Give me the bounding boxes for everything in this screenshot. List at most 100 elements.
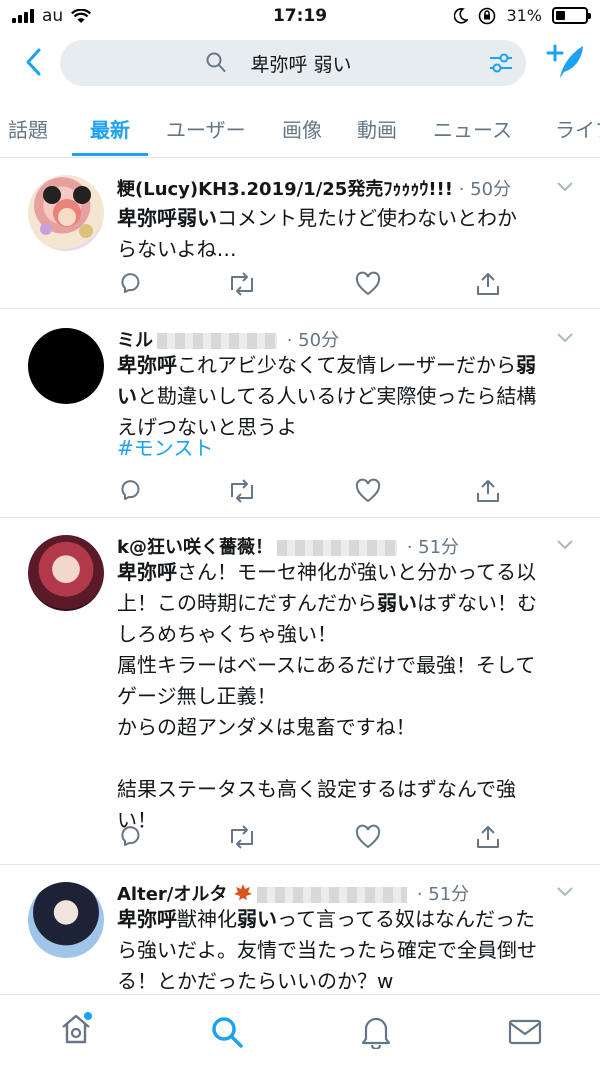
tweet-line: いと勘違いしてる人いるけど実際使ったら結構 xyxy=(117,381,579,412)
back-arrow-icon[interactable] xyxy=(20,44,48,80)
avatar[interactable] xyxy=(28,882,104,958)
tweet-text-segment: コメント見たけど使わないとわか xyxy=(217,206,517,230)
highlighted-keyword: 卑弥呼 xyxy=(117,560,177,584)
tweet-line: 属性キラーはベースにあるだけで最強！そして xyxy=(117,650,579,681)
reply-icon[interactable] xyxy=(117,824,143,850)
search-query: 卑弥呼 弱い xyxy=(250,54,352,76)
display-name[interactable]: Alter/オルタ xyxy=(117,884,227,905)
moon-icon xyxy=(454,7,469,24)
blurred-handle xyxy=(157,333,277,349)
tweet-text-segment: る！とかだったらいいのか？w xyxy=(117,969,394,993)
tweet-line xyxy=(117,743,579,774)
tweet-text-segment: からの超アンダメは鬼畜ですね！ xyxy=(117,715,416,739)
highlighted-keyword: 弱い xyxy=(237,907,277,931)
tweet-time: 51分 xyxy=(418,537,460,558)
retweet-icon[interactable] xyxy=(227,271,257,297)
tweet-line: ら強いだよ。友情で当たったら確定で全員倒せ xyxy=(117,935,579,966)
tweet-line: 卑弥呼さん！モーセ神化が強いと分かってる以 xyxy=(117,557,579,588)
tweet-actions xyxy=(117,478,517,506)
highlighted-keyword: 卑弥呼弱い xyxy=(117,206,217,230)
tab-news[interactable]: ニュース xyxy=(433,114,512,143)
chevron-down-icon[interactable] xyxy=(556,181,574,193)
filter-sliders-icon[interactable] xyxy=(488,51,514,75)
tab-live[interactable]: ライブ xyxy=(555,114,600,143)
reply-icon[interactable] xyxy=(117,478,143,504)
avatar[interactable] xyxy=(28,175,104,251)
battery-icon xyxy=(552,7,591,24)
retweet-icon[interactable] xyxy=(227,478,257,504)
display-name[interactable]: ミル xyxy=(117,330,153,351)
battery-percent: 31% xyxy=(506,6,542,25)
reply-icon[interactable] xyxy=(117,271,143,297)
hashtag-link[interactable]: #モンスト xyxy=(117,433,579,464)
tweet-text-segment: しろめちゃくちゃ強い！ xyxy=(117,622,337,646)
search-tabs: 話題 最新 ユーザー 画像 動画 ニュース ライブ xyxy=(0,100,600,158)
tweet-text-segment: ら強いだよ。友情で当たったら確定で全員倒せ xyxy=(117,938,537,962)
tab-videos[interactable]: 動画 xyxy=(357,114,397,143)
highlighted-keyword: い xyxy=(117,384,137,408)
tweet-text-segment: 結果ステータスも高く設定するはずなんで強 xyxy=(117,777,516,801)
tweet-line: る！とかだったらいいのか？w xyxy=(117,966,579,997)
tweet-line: ゲージ無し正義！ xyxy=(117,681,579,712)
tweet-actions xyxy=(117,824,517,852)
tweet-line: 卑弥呼弱いコメント見たけど使わないとわか xyxy=(117,203,579,234)
chevron-down-icon[interactable] xyxy=(556,539,574,551)
search-icon[interactable] xyxy=(210,1015,244,1049)
tab-photos[interactable]: 画像 xyxy=(282,114,322,143)
tweet[interactable]: Alter/オルタ · 51分 卑弥呼獣神化弱いって言ってる奴はなんだった ら強い… xyxy=(0,866,600,994)
tweet-text-segment: 属性キラーはベースにあるだけで最強！そして xyxy=(117,653,536,677)
tweet-line: 卑弥呼獣神化弱いって言ってる奴はなんだった xyxy=(117,904,579,935)
tweet-text-segment: 獣神化 xyxy=(177,907,237,931)
orientation-lock-icon xyxy=(479,7,496,24)
chevron-down-icon[interactable] xyxy=(556,886,574,898)
tweet-text: 卑弥呼さん！モーセ神化が強いと分かってる以 上！この時期にだすんだから弱いはずない… xyxy=(117,557,579,836)
search-input[interactable]: 卑弥呼 弱い xyxy=(60,40,526,86)
tweet[interactable]: k@狂い咲く薔薇！ · 51分 卑弥呼さん！モーセ神化が強いと分かってる以 上！こ… xyxy=(0,519,600,865)
tab-top[interactable]: 話題 xyxy=(8,114,48,143)
share-icon[interactable] xyxy=(475,478,501,504)
mail-icon[interactable] xyxy=(508,1019,542,1045)
tweet-line: しろめちゃくちゃ強い！ xyxy=(117,619,579,650)
tweet-line: 卑弥呼これアビ少なくて友情レーザーだから弱 xyxy=(117,350,579,381)
avatar[interactable] xyxy=(28,535,104,611)
search-header: 卑弥呼 弱い xyxy=(0,34,600,90)
highlighted-keyword: 弱い xyxy=(377,591,417,615)
home-icon[interactable] xyxy=(60,1011,94,1047)
active-tab-indicator xyxy=(72,153,148,156)
tweet-text-segment: はずない！む xyxy=(417,591,537,615)
compose-tweet-icon[interactable] xyxy=(546,42,586,82)
tweet-text-segment: って言ってる奴はなんだった xyxy=(277,907,535,931)
tweet-text-segment: 上！この時期にだすんだから xyxy=(117,591,377,615)
highlighted-keyword: 卑弥呼 xyxy=(117,907,177,931)
tab-latest[interactable]: 最新 xyxy=(90,114,130,143)
like-icon[interactable] xyxy=(355,824,381,850)
tweet[interactable]: 粳(Lucy)KH3.2019/1/25発売ﾌｩｩｩｳ!!! · 50分 卑弥呼… xyxy=(0,159,600,309)
display-name[interactable]: 粳(Lucy)KH3.2019/1/25発売ﾌｩｩｩｳ!!! xyxy=(117,179,453,200)
tweet-text-segment: さん！モーセ神化が強いと分かってる以 xyxy=(177,560,536,584)
tweet-time: 51分 xyxy=(428,884,470,905)
share-icon[interactable] xyxy=(475,271,501,297)
like-icon[interactable] xyxy=(355,271,381,297)
chevron-down-icon[interactable] xyxy=(556,332,574,344)
tweet-text-segment: これアビ少なくて友情レーザーだから xyxy=(177,353,516,377)
bell-icon[interactable] xyxy=(360,1015,392,1049)
tweet-text-segment: と勘違いしてる人いるけど実際使ったら結構 xyxy=(137,384,537,408)
notification-dot xyxy=(84,1012,92,1020)
tweet-time: 50分 xyxy=(298,330,340,351)
tweet-actions xyxy=(117,271,517,299)
display-name[interactable]: k@狂い咲く薔薇！ xyxy=(117,537,273,558)
avatar[interactable] xyxy=(28,328,104,404)
tweet-text: 卑弥呼獣神化弱いって言ってる奴はなんだったら強いだよ。友情で当たったら確定で全員… xyxy=(117,904,579,997)
highlighted-keyword: 卑弥呼 xyxy=(117,353,177,377)
tweet-time: 50分 xyxy=(470,179,512,200)
share-icon[interactable] xyxy=(475,824,501,850)
tab-users[interactable]: ユーザー xyxy=(166,114,246,143)
tweet-line: 上！この時期にだすんだから弱いはずない！む xyxy=(117,588,579,619)
tweet[interactable]: ミル · 50分 卑弥呼これアビ少なくて友情レーザーだから弱 いと勘違いしてる人い… xyxy=(0,310,600,518)
tweet-line: 結果ステータスも高く設定するはずなんで強 xyxy=(117,774,579,805)
blurred-handle xyxy=(257,887,408,903)
retweet-icon[interactable] xyxy=(227,824,257,850)
like-icon[interactable] xyxy=(355,478,381,504)
bottom-nav xyxy=(0,994,600,1067)
status-bar: au 17:19 31% xyxy=(0,0,600,34)
